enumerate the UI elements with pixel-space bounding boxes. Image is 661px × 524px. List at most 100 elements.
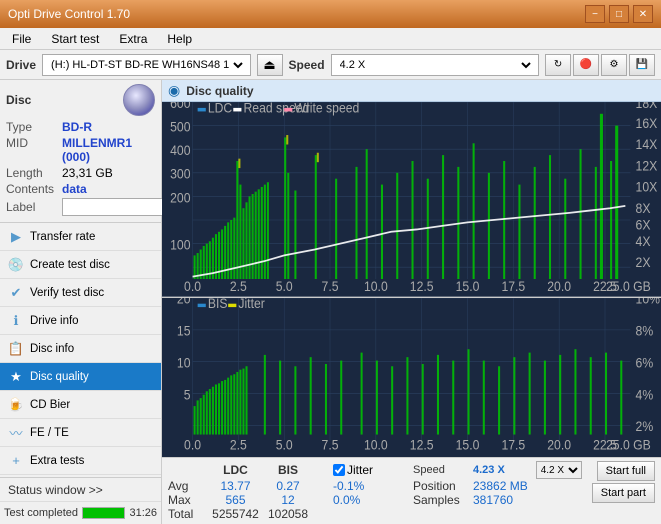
- extra-tests-icon: +: [8, 453, 24, 469]
- nav-item-create-test-disc[interactable]: 💿 Create test disc: [0, 251, 161, 279]
- disc-mid-row: MID MILLENMR1 (000): [6, 136, 155, 164]
- max-ldc: 565: [208, 493, 263, 507]
- start-full-button[interactable]: Start full: [597, 461, 655, 481]
- svg-text:7.5: 7.5: [322, 278, 339, 294]
- ldc-col-header: LDC: [208, 461, 263, 479]
- disc-icon: [123, 84, 155, 116]
- progress-bar-fill: [83, 508, 124, 518]
- status-window-label: Status window >>: [8, 483, 103, 497]
- stats-total-row: Total 5255742 102058: [168, 507, 582, 521]
- avg-jitter: -0.1%: [333, 479, 413, 493]
- nav-label-extra-tests: Extra tests: [30, 455, 84, 467]
- nav-label-verify-test-disc: Verify test disc: [30, 287, 104, 299]
- svg-text:200: 200: [170, 189, 190, 205]
- menu-file[interactable]: File: [4, 28, 39, 49]
- menu-extra[interactable]: Extra: [111, 28, 155, 49]
- disc-type-label: Type: [6, 120, 58, 134]
- app-title: Opti Drive Control 1.70: [8, 7, 130, 21]
- title-bar: Opti Drive Control 1.70 − □ ✕: [0, 0, 661, 28]
- chart-bis: 20 15 10 5 10% 8% 6% 4% 2% 0.0 2.5 5.0: [162, 298, 661, 457]
- status-window-button[interactable]: Status window >>: [0, 478, 161, 502]
- nav-item-transfer-rate[interactable]: ▶ Transfer rate: [0, 223, 161, 251]
- stats-panel: LDC BIS Jitter Speed 4.23 X: [162, 457, 661, 524]
- max-jitter: 0.0%: [333, 493, 413, 507]
- jitter-checkbox[interactable]: [333, 464, 345, 476]
- chart-bis-svg: 20 15 10 5 10% 8% 6% 4% 2% 0.0 2.5 5.0: [162, 298, 661, 457]
- nav-label-disc-info: Disc info: [30, 343, 74, 355]
- action-btn-1[interactable]: 🔴: [573, 54, 599, 76]
- nav-item-cd-bier[interactable]: 🍺 CD Bier: [0, 391, 161, 419]
- svg-text:8X: 8X: [636, 200, 651, 216]
- fe-te-icon: 〰: [8, 425, 24, 441]
- svg-text:2.5: 2.5: [230, 436, 247, 452]
- elapsed-time: 31:26: [129, 507, 157, 519]
- drive-info-icon: ℹ: [8, 313, 24, 329]
- status-bar: Status window >> Test completed 31:26: [0, 477, 161, 524]
- stats-left: LDC BIS Jitter Speed 4.23 X: [168, 461, 588, 521]
- save-button[interactable]: 💾: [629, 54, 655, 76]
- stats-bottom: LDC BIS Jitter Speed 4.23 X: [168, 461, 655, 521]
- nav-item-verify-test-disc[interactable]: ✔ Verify test disc: [0, 279, 161, 307]
- svg-text:25.0 GB: 25.0 GB: [606, 278, 651, 294]
- svg-text:6%: 6%: [636, 354, 654, 370]
- svg-text:16X: 16X: [636, 115, 658, 131]
- svg-text:400: 400: [170, 142, 190, 158]
- svg-text:LDC: LDC: [208, 102, 233, 116]
- menu-help[interactable]: Help: [159, 28, 200, 49]
- nav-item-drive-info[interactable]: ℹ Drive info: [0, 307, 161, 335]
- minimize-button[interactable]: −: [585, 5, 605, 23]
- disc-contents-label: Contents: [6, 182, 58, 196]
- speed-selector[interactable]: 4.2 X: [331, 54, 539, 76]
- refresh-button[interactable]: ↻: [545, 54, 571, 76]
- nav-item-extra-tests[interactable]: + Extra tests: [0, 447, 161, 475]
- nav-item-disc-quality[interactable]: ★ Disc quality: [0, 363, 161, 391]
- drive-label: Drive: [6, 58, 36, 72]
- svg-text:10: 10: [177, 354, 191, 370]
- svg-text:20.0: 20.0: [547, 436, 571, 452]
- action-btn-2[interactable]: ⚙: [601, 54, 627, 76]
- disc-label-label: Label: [6, 200, 58, 214]
- svg-text:2X: 2X: [636, 254, 651, 270]
- disc-length-value: 23,31 GB: [62, 166, 113, 180]
- nav-item-fe-te[interactable]: 〰 FE / TE: [0, 419, 161, 447]
- svg-text:Write speed: Write speed: [294, 102, 359, 116]
- svg-text:15.0: 15.0: [456, 436, 480, 452]
- disc-length-row: Length 23,31 GB: [6, 166, 155, 180]
- svg-text:6X: 6X: [636, 217, 651, 233]
- avg-ldc: 13.77: [208, 479, 263, 493]
- nav-label-create-test-disc: Create test disc: [30, 259, 110, 271]
- samples-value: 381760: [473, 493, 528, 507]
- menu-bar: File Start test Extra Help: [0, 28, 661, 50]
- nav-label-fe-te: FE / TE: [30, 427, 69, 439]
- speed-select-input[interactable]: 4.2 X: [336, 58, 534, 72]
- svg-text:0.0: 0.0: [184, 436, 201, 452]
- speed-select[interactable]: 4.2 X: [536, 461, 582, 479]
- disc-contents-row: Contents data: [6, 182, 155, 196]
- svg-text:15: 15: [177, 323, 191, 339]
- menu-start-test[interactable]: Start test: [43, 28, 107, 49]
- window-controls: − □ ✕: [585, 5, 653, 23]
- chart-header-icon: ◉: [168, 82, 180, 99]
- position-label: Position: [413, 479, 473, 493]
- chart-ldc: 600 500 400 300 200 100 18X 16X 14X 12X …: [162, 102, 661, 298]
- speed-value: 4.23 X: [473, 461, 528, 479]
- eject-button[interactable]: ⏏: [257, 54, 283, 76]
- svg-text:8%: 8%: [636, 323, 654, 339]
- total-label: Total: [168, 507, 208, 521]
- disc-quality-icon: ★: [8, 369, 24, 385]
- svg-text:12X: 12X: [636, 158, 658, 174]
- drive-selector[interactable]: (H:) HL-DT-ST BD-RE WH16NS48 1.D3: [42, 54, 250, 76]
- start-part-button[interactable]: Start part: [592, 483, 655, 503]
- disc-type-row: Type BD-R: [6, 120, 155, 134]
- max-bis: 12: [263, 493, 313, 507]
- svg-text:17.5: 17.5: [501, 436, 525, 452]
- main-area: Disc Type BD-R MID MILLENMR1 (000) Lengt…: [0, 80, 661, 524]
- svg-text:BIS: BIS: [208, 298, 228, 311]
- drive-select-input[interactable]: (H:) HL-DT-ST BD-RE WH16NS48 1.D3: [47, 58, 245, 72]
- svg-text:500: 500: [170, 119, 190, 135]
- disc-label-row: Label 🔑: [6, 198, 155, 216]
- maximize-button[interactable]: □: [609, 5, 629, 23]
- position-value: 23862 MB: [473, 479, 528, 493]
- close-button[interactable]: ✕: [633, 5, 653, 23]
- nav-item-disc-info[interactable]: 📋 Disc info: [0, 335, 161, 363]
